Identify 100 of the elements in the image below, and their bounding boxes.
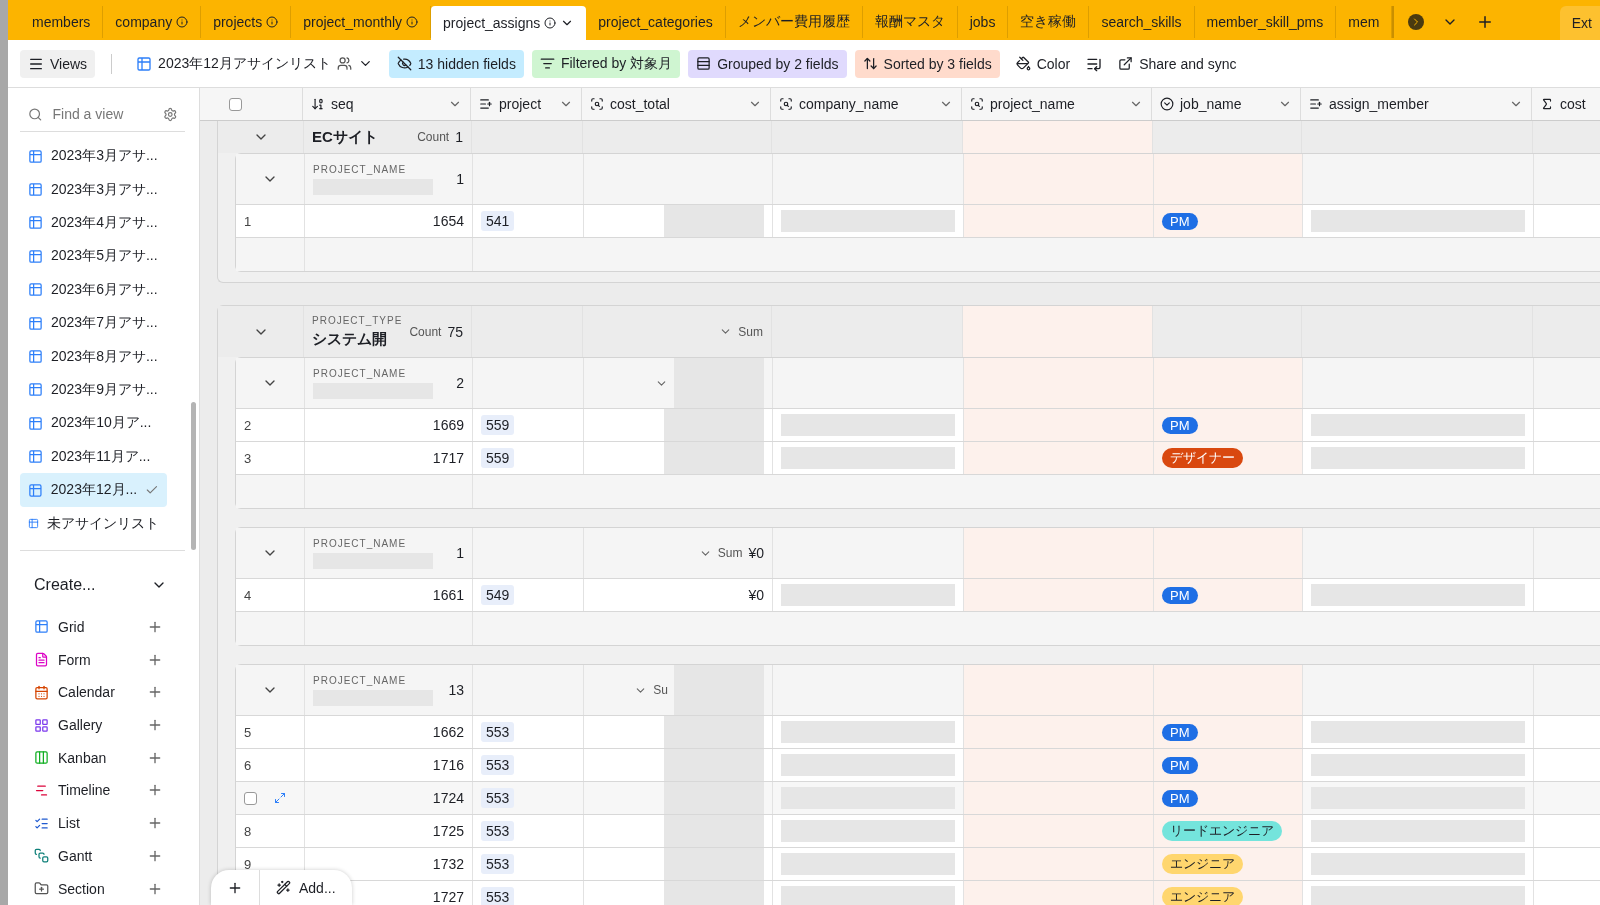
view-item[interactable]: 2023年5月アサ...: [20, 239, 167, 274]
table-cell: 1727: [432, 889, 464, 905]
job-tag: PM: [1162, 212, 1198, 230]
view-item[interactable]: 2023年3月アサ...: [20, 139, 167, 173]
create-item[interactable]: Form: [20, 643, 183, 677]
view-item[interactable]: 未アサインリスト: [20, 506, 167, 541]
column-header[interactable]: cost_total: [582, 88, 771, 120]
view-switcher[interactable]: 2023年12月アサインリスト: [128, 49, 381, 78]
row-number: 9: [244, 856, 252, 872]
color-button[interactable]: Color: [1007, 49, 1079, 78]
linked-record[interactable]: 549: [481, 585, 515, 605]
create-item[interactable]: Grid: [20, 610, 183, 644]
view-item[interactable]: 2023年11月ア...: [20, 440, 167, 474]
linked-record[interactable]: 559: [481, 415, 515, 435]
grid-icon: [28, 182, 43, 198]
view-item[interactable]: 2023年9月アサ...: [20, 373, 167, 407]
linked-record[interactable]: 553: [481, 755, 515, 775]
toolbar-chip[interactable]: 13 hidden fields: [388, 49, 524, 78]
column-header[interactable]: assign_member: [1301, 88, 1532, 120]
column-header[interactable]: project_name: [962, 88, 1152, 120]
formula-icon: [1540, 97, 1554, 111]
job-tag: PM: [1162, 416, 1198, 434]
create-item[interactable]: Section: [20, 872, 183, 905]
job-tag: リードエンジニア: [1162, 821, 1282, 841]
view-item[interactable]: 2023年12月...: [20, 473, 167, 507]
linked-record[interactable]: 553: [481, 722, 515, 742]
group-icon: [696, 56, 712, 71]
job-tag: デザイナー: [1162, 448, 1243, 468]
paint-bucket-icon: [1015, 56, 1031, 71]
column-header[interactable]: seq: [303, 88, 471, 120]
column-header[interactable]: cost: [1532, 88, 1600, 120]
share-button[interactable]: Share and sync: [1110, 49, 1245, 78]
linked-record[interactable]: 553: [481, 821, 515, 841]
table-tab[interactable]: メンバー費用履歴: [725, 6, 863, 38]
view-item[interactable]: 2023年8月アサ...: [20, 339, 167, 374]
column-header[interactable]: job_name: [1152, 88, 1301, 120]
job-tag: エンジニア: [1162, 887, 1243, 905]
linked-record[interactable]: 553: [481, 788, 515, 808]
people-icon: [336, 56, 352, 71]
more-tabs-icon[interactable]: [1408, 14, 1425, 30]
create-item[interactable]: Gantt: [20, 839, 183, 873]
create-item[interactable]: Kanban: [20, 741, 183, 775]
linked-record[interactable]: 553: [481, 854, 515, 874]
create-item[interactable]: List: [20, 806, 183, 840]
extensions-tab[interactable]: Ext: [1559, 6, 1600, 40]
group-count: 1: [456, 545, 464, 561]
create-item[interactable]: Gallery: [20, 708, 183, 742]
expand-icon[interactable]: [273, 792, 286, 804]
column-header[interactable]: company_name: [771, 88, 962, 120]
info-icon: [406, 16, 419, 28]
table-cell: 1716: [432, 757, 464, 773]
row-checkbox[interactable]: [244, 791, 257, 805]
scrollbar[interactable]: [191, 402, 196, 550]
table-tab[interactable]: member_skill_pms: [1194, 6, 1337, 38]
folder-icon: [34, 881, 49, 897]
table-tab[interactable]: members: [20, 6, 104, 38]
views-button[interactable]: Views: [20, 49, 96, 78]
table-tab[interactable]: 空き稼働: [1008, 6, 1090, 38]
linked-record[interactable]: 541: [481, 211, 515, 231]
summary-label: Su: [653, 683, 668, 697]
search-field[interactable]: Find a view: [50, 105, 147, 124]
toolbar-chip[interactable]: Grouped by 2 fields: [688, 49, 847, 78]
job-tag: PM: [1162, 756, 1198, 774]
select-all-checkbox[interactable]: [228, 97, 242, 111]
linked-record[interactable]: 553: [481, 887, 515, 905]
view-item[interactable]: 2023年3月アサ...: [20, 172, 167, 207]
grid-icon: [28, 315, 43, 331]
group-field-label: PROJECT_TYPE: [312, 314, 404, 326]
toolbar-chip[interactable]: Filtered by 対象月: [531, 49, 681, 78]
create-item[interactable]: Timeline: [20, 774, 183, 807]
summary-label: Sum: [738, 324, 763, 339]
column-header[interactable]: project: [471, 88, 582, 120]
job-tag: PM: [1162, 723, 1198, 741]
table-tab[interactable]: project_assigns: [431, 6, 587, 40]
settings-icon[interactable]: [162, 106, 177, 122]
view-item[interactable]: 2023年6月アサ...: [20, 273, 167, 307]
table-tab[interactable]: projects: [201, 6, 292, 38]
timeline-icon: [34, 783, 49, 798]
grid-icon: [28, 382, 43, 398]
grid-icon: [34, 619, 49, 635]
view-item[interactable]: 2023年7月アサ...: [20, 306, 167, 340]
view-item[interactable]: 2023年10月ア...: [20, 406, 167, 441]
table-tab[interactable]: mem: [1336, 6, 1393, 38]
toolbar-chip[interactable]: Sorted by 3 fields: [854, 49, 1000, 78]
create-section-header[interactable]: Create...: [20, 565, 183, 605]
view-item[interactable]: 2023年4月アサ...: [20, 206, 167, 240]
linked-record[interactable]: 559: [481, 448, 515, 468]
table-tab[interactable]: jobs: [957, 6, 1009, 38]
job-tag: エンジニア: [1162, 854, 1243, 874]
table-tab[interactable]: 報酬マスタ: [862, 6, 958, 38]
table-tab[interactable]: company: [103, 6, 202, 38]
summary-label: Sum: [717, 546, 743, 560]
table-tab[interactable]: project_categories: [586, 6, 726, 38]
lookup-icon: [970, 97, 984, 111]
create-item[interactable]: Calendar: [20, 676, 183, 709]
row-number: 5: [244, 724, 252, 740]
table-tab[interactable]: search_skills: [1089, 6, 1195, 38]
list-icon: [479, 97, 493, 111]
row-number: 3: [244, 450, 252, 466]
filter-icon: [539, 56, 555, 71]
